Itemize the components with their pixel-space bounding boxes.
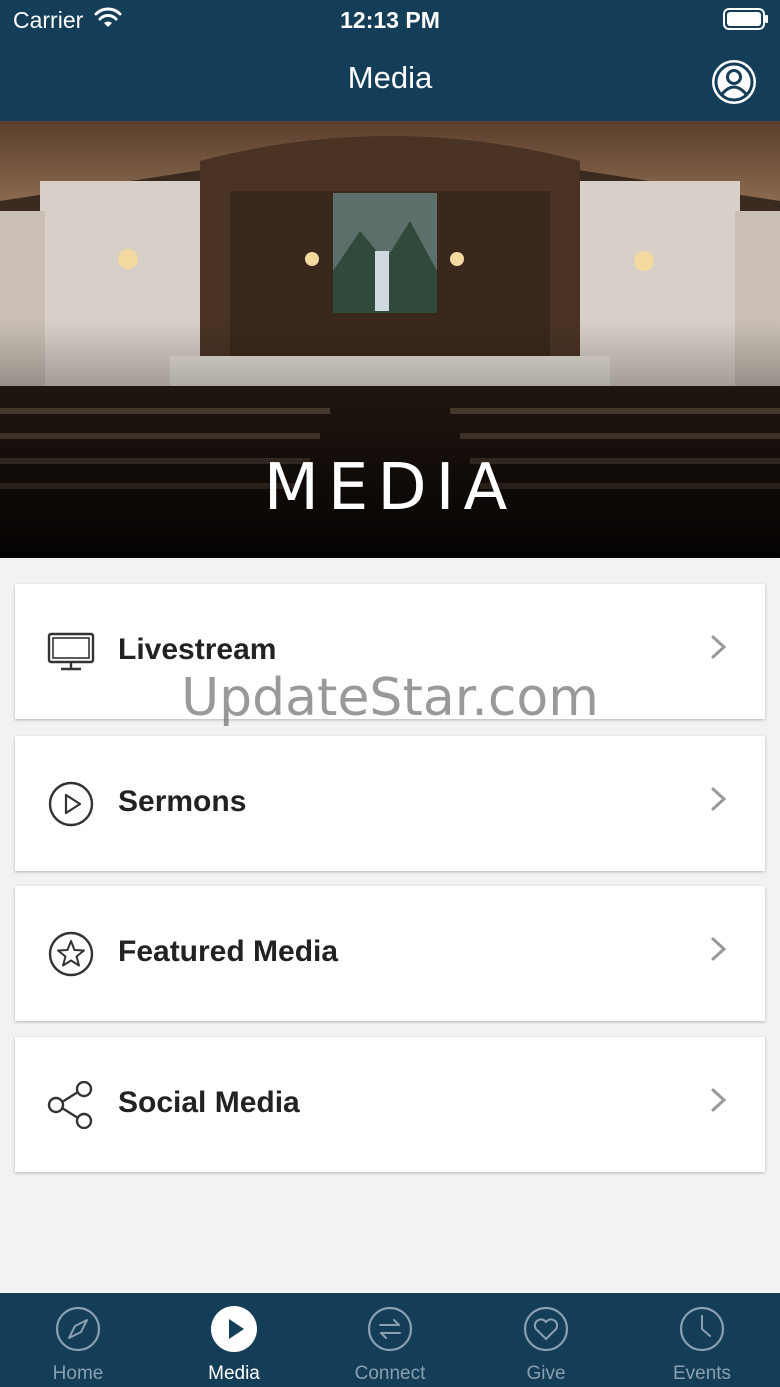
exchange-icon xyxy=(367,1306,413,1352)
sermons-row[interactable]: Sermons xyxy=(15,736,765,871)
play-icon xyxy=(211,1306,257,1352)
featured-media-row[interactable]: Featured Media xyxy=(15,886,765,1021)
social-media-label: Social Media xyxy=(118,1086,300,1119)
tab-bar: Home Media Connect Give Events xyxy=(0,1293,780,1387)
share-icon xyxy=(47,1081,93,1129)
chevron-right-icon xyxy=(711,1088,727,1112)
tab-home[interactable]: Home xyxy=(0,1293,156,1387)
status-bar: Carrier 12:13 PM xyxy=(0,0,780,40)
top-bar: Carrier 12:13 PM Media xyxy=(0,0,780,121)
play-circle-icon xyxy=(48,781,94,827)
user-circle-icon[interactable] xyxy=(710,58,758,106)
tab-media[interactable]: Media xyxy=(156,1293,312,1387)
livestream-row[interactable]: Livestream xyxy=(15,584,765,719)
page-title: Media xyxy=(347,60,433,95)
clock-icon xyxy=(679,1306,725,1352)
tab-connect[interactable]: Connect xyxy=(312,1293,468,1387)
chevron-right-icon xyxy=(711,787,727,811)
clock-label: 12:13 PM xyxy=(340,7,440,33)
social-media-row[interactable]: Social Media xyxy=(15,1037,765,1172)
tab-home-label: Home xyxy=(52,1363,104,1384)
livestream-label: Livestream xyxy=(118,633,277,666)
compass-icon xyxy=(55,1306,101,1352)
tab-events-label: Events xyxy=(672,1363,732,1384)
chevron-right-icon xyxy=(711,937,727,961)
hero-title: MEDIA xyxy=(263,451,517,525)
tab-give-label: Give xyxy=(526,1363,566,1384)
monitor-icon xyxy=(47,632,95,671)
battery-icon xyxy=(723,8,768,30)
tab-media-label: Media xyxy=(208,1363,260,1384)
tab-connect-label: Connect xyxy=(354,1363,426,1384)
star-circle-icon xyxy=(48,931,94,977)
hero-banner: MEDIA xyxy=(0,121,780,558)
heart-icon xyxy=(523,1306,569,1352)
chevron-right-icon xyxy=(711,635,727,659)
tab-give[interactable]: Give xyxy=(468,1293,624,1387)
sermons-label: Sermons xyxy=(118,785,247,818)
featured-media-label: Featured Media xyxy=(118,935,339,968)
tab-events[interactable]: Events xyxy=(624,1293,780,1387)
